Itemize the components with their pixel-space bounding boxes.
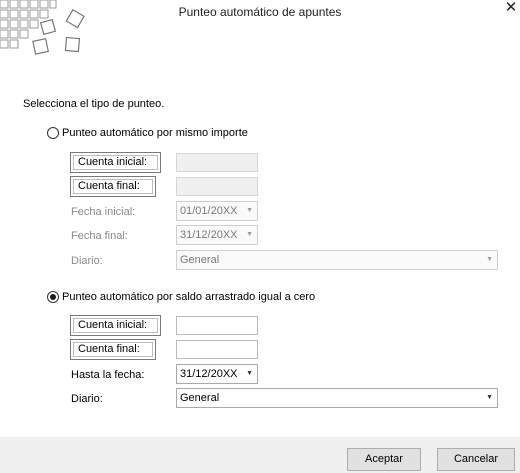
diario-select-1[interactable]: General ▼	[176, 250, 498, 270]
cancel-button[interactable]: Cancelar	[437, 448, 515, 471]
close-icon[interactable]: ✕	[502, 0, 520, 17]
radio-saldo-cero-label[interactable]: Punteo automático por saldo arrastrado i…	[62, 291, 315, 303]
chevron-down-icon: ▼	[246, 207, 253, 214]
cuenta-inicial-field-1[interactable]	[176, 153, 258, 172]
fecha-final-value: 31/12/20XX	[180, 229, 238, 241]
diario-value-2: General	[180, 392, 220, 404]
fecha-inicial-value: 01/01/20XX	[180, 205, 238, 217]
radio-saldo-cero[interactable]	[47, 291, 59, 303]
cuenta-final-button-1[interactable]: Cuenta final:	[70, 176, 156, 197]
diario-label-2: Diario:	[71, 393, 103, 405]
fecha-inicial-label: Fecha inicial:	[71, 206, 136, 218]
cuenta-final-field-1[interactable]	[176, 177, 258, 196]
chevron-down-icon: ▼	[486, 394, 493, 401]
fecha-final-label: Fecha final:	[71, 230, 128, 242]
diario-select-2[interactable]: General ▼	[176, 388, 498, 408]
chevron-down-icon: ▼	[246, 370, 253, 377]
fecha-final-select-1[interactable]: 31/12/20XX ▼	[176, 225, 258, 245]
cuenta-final-field-2[interactable]	[176, 340, 258, 359]
window-title: Punteo automático de apuntes	[178, 5, 342, 19]
cuenta-inicial-field-2[interactable]	[176, 316, 258, 335]
radio-mismo-importe-label[interactable]: Punteo automático por mismo importe	[62, 127, 248, 139]
hasta-fecha-value: 31/12/20XX	[180, 368, 238, 380]
diario-label-1: Diario:	[71, 255, 103, 267]
chevron-down-icon: ▼	[246, 231, 253, 238]
diario-value-1: General	[180, 254, 220, 266]
accept-button[interactable]: Aceptar	[347, 448, 421, 471]
fecha-inicial-select[interactable]: 01/01/20XX ▼	[176, 201, 258, 221]
radio-mismo-importe[interactable]	[47, 127, 59, 139]
cuenta-final-button-2[interactable]: Cuenta final:	[70, 339, 156, 360]
cuenta-inicial-button-2[interactable]: Cuenta inicial:	[70, 315, 161, 336]
instruction-text: Selecciona el tipo de punteo.	[23, 98, 165, 110]
chevron-down-icon: ▼	[486, 256, 493, 263]
cuenta-inicial-button-1[interactable]: Cuenta inicial:	[70, 152, 161, 173]
hasta-fecha-select[interactable]: 31/12/20XX ▼	[176, 364, 258, 384]
hasta-fecha-label: Hasta la fecha:	[71, 369, 145, 381]
